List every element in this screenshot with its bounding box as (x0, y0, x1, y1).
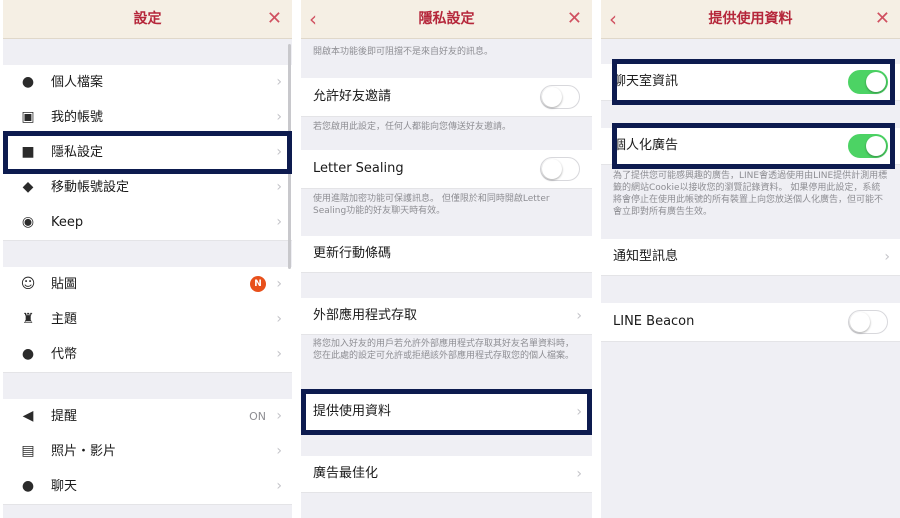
toggle-knob (542, 87, 562, 107)
line-beacon-toggle[interactable] (848, 310, 888, 334)
privacy-item-allow-friend-requests: 允許好友邀請 (301, 78, 592, 117)
toggle-knob (850, 312, 870, 332)
scrollbar[interactable] (288, 44, 291, 269)
external-app-access-note: 將您加入好友的用戶若允許外部應用程式存取其好友名單資料時，您在此處的設定可允許或… (313, 339, 575, 361)
settings-item-label: 貼圖 (51, 277, 78, 292)
settings-item-label: 我的帳號 (51, 110, 104, 125)
chevron-right-icon: › (276, 214, 282, 230)
usage-item-notification-messages[interactable]: 通知型訊息 › (601, 239, 900, 276)
letter-sealing-note: 使用進階加密功能可保護訊息。 但僅限於和同時開啟Letter Sealing功能… (313, 194, 550, 216)
provide-usage-data-panel: ‹ 提供使用資料 ✕ 聊天室資訊 個人化廣告 為了提供您可能感興趣的廣告，LIN… (601, 0, 900, 518)
settings-item-keep[interactable]: ◉ Keep › (3, 205, 292, 241)
chevron-right-icon: › (276, 276, 282, 292)
usage-item-label: 通知型訊息 (613, 249, 679, 264)
settings-item-label: 隱私設定 (51, 145, 104, 160)
privacy-item-letter-sealing: Letter Sealing (301, 150, 592, 189)
usage-item-chat-room-info: 聊天室資訊 (601, 64, 900, 101)
settings-item-transfer[interactable]: ◆ 移動帳號設定 › (3, 170, 292, 206)
chevron-right-icon: › (276, 109, 282, 125)
usage-item-label: 聊天室資訊 (613, 74, 679, 89)
chevron-right-icon: › (276, 74, 282, 90)
close-icon[interactable]: ✕ (567, 0, 582, 38)
privacy-item-label: 提供使用資料 (313, 404, 392, 419)
chevron-right-icon: › (576, 404, 582, 420)
privacy-item-label: Letter Sealing (313, 161, 404, 176)
settings-item-label: 移動帳號設定 (51, 180, 130, 195)
privacy-item-label: 廣告最佳化 (313, 466, 379, 481)
notifications-value: ON (249, 410, 266, 423)
shield-icon: ◆ (22, 179, 34, 195)
close-icon[interactable]: ✕ (875, 0, 890, 38)
settings-item-label: 聊天 (51, 479, 78, 494)
chevron-right-icon: › (276, 179, 282, 195)
privacy-settings-panel: ‹ 隱私設定 ✕ 開啟本功能後即可阻擋不是來自好友的訊息。 允許好友邀請 若您啟… (301, 0, 592, 518)
settings-item-account[interactable]: ▣ 我的帳號 › (3, 100, 292, 136)
page-title: 設定 (133, 11, 162, 27)
chat-room-info-toggle[interactable] (848, 70, 888, 94)
privacy-item-external-app-access[interactable]: 外部應用程式存取 › (301, 298, 592, 335)
privacy-item-label: 允許好友邀請 (313, 89, 392, 104)
smiley-icon: ☺ (20, 276, 36, 292)
privacy-item-update-qr-code[interactable]: 更新行動條碼 (301, 236, 592, 273)
new-badge: N (250, 276, 266, 292)
settings-item-label: 提醒 (51, 409, 78, 424)
settings-item-label: 主題 (51, 312, 78, 327)
privacy-item-provide-usage-data[interactable]: 提供使用資料 › (301, 394, 592, 431)
lock-icon: ■ (21, 144, 35, 160)
usage-item-line-beacon: LINE Beacon (601, 303, 900, 342)
person-icon: ● (21, 74, 35, 90)
brush-icon: ♜ (21, 311, 35, 327)
block-messages-note: 開啟本功能後即可阻擋不是來自好友的訊息。 (313, 47, 494, 57)
chevron-right-icon: › (576, 308, 582, 324)
coin-icon: ● (21, 346, 35, 362)
settings-item-chats[interactable]: ● 聊天 › (3, 469, 292, 505)
letter-sealing-toggle[interactable] (540, 157, 580, 181)
privacy-item-label: 外部應用程式存取 (313, 308, 418, 323)
chevron-right-icon: › (276, 408, 282, 424)
privacy-header: ‹ 隱私設定 ✕ (301, 0, 592, 39)
keep-icon: ◉ (21, 214, 35, 230)
chat-icon: ● (21, 478, 35, 494)
chevron-right-icon: › (576, 466, 582, 482)
usage-data-header: ‹ 提供使用資料 ✕ (601, 0, 900, 39)
allow-friend-requests-toggle[interactable] (540, 85, 580, 109)
chevron-right-icon: › (276, 346, 282, 362)
usage-item-personalized-ads: 個人化廣告 (601, 128, 900, 165)
close-icon[interactable]: ✕ (267, 0, 282, 38)
chevron-right-icon: › (276, 311, 282, 327)
settings-item-label: Keep (51, 215, 84, 230)
page-title: 提供使用資料 (708, 11, 793, 27)
chevron-right-icon: › (884, 249, 890, 265)
settings-header: 設定 ✕ (3, 0, 292, 39)
settings-item-notifications[interactable]: ◀ 提醒 ON › (3, 399, 292, 435)
usage-item-label: 個人化廣告 (613, 138, 679, 153)
chevron-right-icon: › (276, 144, 282, 160)
settings-item-label: 代幣 (51, 347, 78, 362)
settings-panel: 設定 ✕ ● 個人檔案 › ▣ 我的帳號 › ■ 隱私設定 › ◆ 移動帳號設定… (3, 0, 292, 518)
toggle-knob (542, 159, 562, 179)
settings-item-photos-videos[interactable]: ▤ 照片・影片 › (3, 434, 292, 470)
personalized-ads-note: 為了提供您可能感興趣的廣告，LINE會透過使用由LINE提供計測用標籤的網站Co… (613, 171, 888, 217)
page-title: 隱私設定 (418, 11, 475, 27)
settings-item-profile[interactable]: ● 個人檔案 › (3, 65, 292, 101)
settings-item-themes[interactable]: ♜ 主題 › (3, 302, 292, 338)
toggle-knob (866, 72, 886, 92)
photo-icon: ▤ (21, 443, 35, 459)
personalized-ads-toggle[interactable] (848, 134, 888, 158)
id-card-icon: ▣ (21, 109, 35, 125)
settings-item-label: 照片・影片 (51, 444, 117, 459)
settings-item-stickers[interactable]: ☺ 貼圖 N › (3, 267, 292, 303)
speaker-icon: ◀ (22, 408, 34, 424)
privacy-item-ad-optimization[interactable]: 廣告最佳化 › (301, 456, 592, 493)
toggle-knob (866, 136, 886, 156)
usage-item-label: LINE Beacon (613, 314, 695, 329)
allow-friend-requests-note: 若您啟用此設定，任何人都能向您傳送好友邀請。 (313, 122, 512, 132)
chevron-right-icon: › (276, 443, 282, 459)
settings-item-coins[interactable]: ● 代幣 › (3, 337, 292, 373)
privacy-item-label: 更新行動條碼 (313, 246, 392, 261)
settings-item-privacy[interactable]: ■ 隱私設定 › (3, 135, 292, 171)
chevron-right-icon: › (276, 478, 282, 494)
settings-item-label: 個人檔案 (51, 75, 104, 90)
